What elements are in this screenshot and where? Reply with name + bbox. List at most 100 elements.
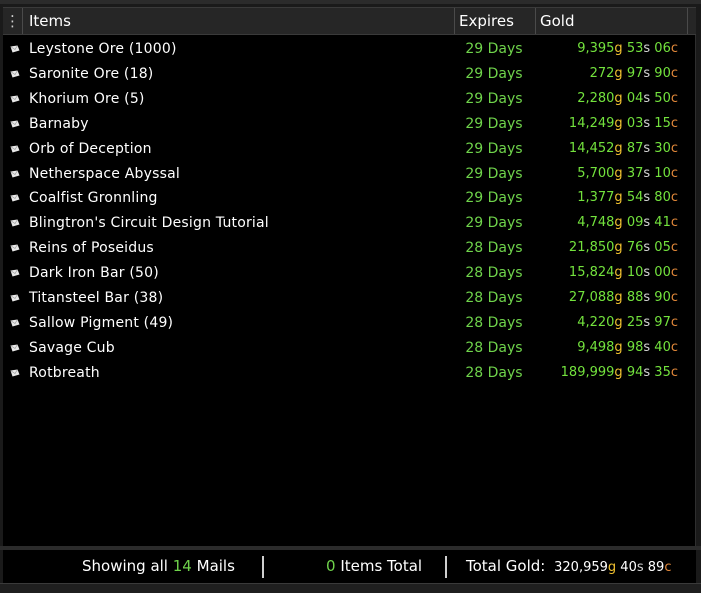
gold-unit: g [614,240,623,256]
column-header-expires[interactable]: Expires [455,8,536,34]
table-row[interactable]: Orb of Deception 29 Days 14,452g 87s 30c [3,137,693,161]
item-name: Saronite Ore (18) [29,65,154,82]
copper-unit: c [670,65,678,81]
table-row[interactable]: Khorium Ore (5) 29 Days 2,280g 04s 50c [3,87,693,111]
footer-divider [262,556,264,578]
copper-amount: 30 [654,140,671,156]
copper-unit: c [670,339,678,355]
table-header: ⋮ Items Expires Gold [3,7,696,35]
table-row[interactable]: Coalfist Gronnling 29 Days 1,377g 54s 80c [3,186,693,210]
item-name: Orb of Deception [29,140,152,157]
table-row[interactable]: Blingtron's Circuit Design Tutorial 29 Da… [3,211,693,235]
silver-amount: 98 [626,339,644,355]
column-header-items[interactable]: Items [23,8,455,34]
gold-unit: g [614,165,623,181]
gold-amount: 5,700 [577,165,615,181]
table-row[interactable]: Netherspace Abyssal 29 Days 5,700g 37s 10c [3,162,693,186]
table-row[interactable]: Saronite Ore (18) 29 Days 272g 97s 90c [3,62,693,86]
silver-unit: s [643,364,651,380]
gold-unit: g [614,115,623,131]
copper-unit: c [670,240,678,256]
column-header-gold[interactable]: Gold [536,8,688,34]
gold-unit: g [614,339,623,355]
table-row[interactable]: Barnaby 29 Days 14,249g 03s 15c [3,112,693,136]
table-row[interactable]: Reins of Poseidus 28 Days 21,850g 76s 05c [3,236,693,260]
mail-envelope-icon [10,244,20,252]
item-name: Reins of Poseidus [29,240,154,257]
item-name: Blingtron's Circuit Design Tutorial [29,215,269,232]
silver-unit: s [643,115,651,131]
table-row[interactable]: Titansteel Bar (38) 28 Days 27,088g 88s 90… [3,286,693,310]
silver-amount: 04 [626,90,644,106]
gold-unit: g [614,364,623,380]
item-name: Rotbreath [29,364,100,381]
gold-amount: 4,220 [577,314,615,330]
copper-amount: 90 [654,65,671,81]
mail-window: ⋮ Items Expires Gold Leystone Ore (1000)… [0,0,701,593]
gold-value: 14,249g 03s 15c [569,112,678,136]
gold-value: 9,498g 98s 40c [577,336,678,360]
silver-unit: s [643,240,651,256]
mail-envelope-icon [10,269,20,277]
gold-value: 2,280g 04s 50c [577,87,678,111]
gold-value: 14,452g 87s 30c [569,137,678,161]
expires-value: 29 Days [465,165,523,182]
silver-unit: s [643,65,651,81]
silver-amount: 25 [626,314,644,330]
expires-value: 29 Days [465,90,523,107]
copper-unit: c [670,190,678,206]
gold-value: 21,850g 76s 05c [569,236,678,260]
copper-unit: c [670,165,678,181]
mail-count: 14 [172,557,192,575]
table-row[interactable]: Savage Cub 28 Days 9,498g 98s 40c [3,336,693,360]
copper-amount: 80 [654,190,671,206]
footer-divider [445,556,447,578]
gold-unit: g [614,90,623,106]
total-gold: Total Gold: 320,959g 40s 89c [466,550,671,583]
gold-amount: 189,999 [560,364,615,380]
copper-amount: 40 [654,339,671,355]
expires-value: 28 Days [465,339,523,356]
silver-amount: 09 [626,215,644,231]
mail-envelope-icon [10,120,20,128]
expires-value: 29 Days [465,215,523,232]
mail-envelope-icon [10,70,20,78]
gold-unit: g [614,314,623,330]
item-name: Netherspace Abyssal [29,165,180,182]
gold-amount: 21,850 [568,240,615,256]
gold-amount: 272 [589,65,615,81]
copper-amount: 50 [654,90,671,106]
silver-amount: 76 [626,240,644,256]
gold-value: 9,395g 53s 06c [577,37,678,61]
gold-unit: g [614,140,623,156]
copper-amount: 06 [654,41,671,56]
table-row[interactable]: Dark Iron Bar (50) 28 Days 15,824g 10s 00c [3,261,693,285]
copper-amount: 90 [654,290,671,305]
bottom-border [0,583,701,593]
copper-unit: c [670,115,678,131]
showing-prefix: Showing all [82,557,168,575]
copper-unit: c [670,314,678,330]
gold-unit: g [614,215,623,231]
expires-value: 28 Days [465,364,523,381]
gold-amount: 15,824 [568,265,615,281]
copper-unit: c [670,215,678,231]
table-row[interactable]: Leystone Ore (1000) 29 Days 9,395g 53s 06c [3,37,693,61]
items-summary: 0 Items Total [326,550,422,583]
gold-value: 5,700g 37s 10c [577,162,678,186]
expires-value: 28 Days [465,240,523,257]
mail-envelope-icon [10,169,20,177]
mail-envelope-icon [10,319,20,327]
mail-envelope-icon [10,194,20,202]
gold-unit: g [614,290,623,305]
silver-unit: s [636,560,644,575]
gold-amount: 9,395 [577,41,615,56]
vertical-ellipsis-icon[interactable]: ⋮ [3,8,23,34]
silver-unit: s [643,140,651,156]
mail-envelope-icon [10,219,20,227]
copper-unit: c [670,290,678,305]
table-row[interactable]: Rotbreath 28 Days 189,999g 94s 35c [3,361,693,385]
table-row[interactable]: Sallow Pigment (49) 28 Days 4,220g 25s 97c [3,311,693,335]
copper-amount: 35 [654,364,671,380]
gold-value: 189,999g 94s 35c [561,361,678,385]
